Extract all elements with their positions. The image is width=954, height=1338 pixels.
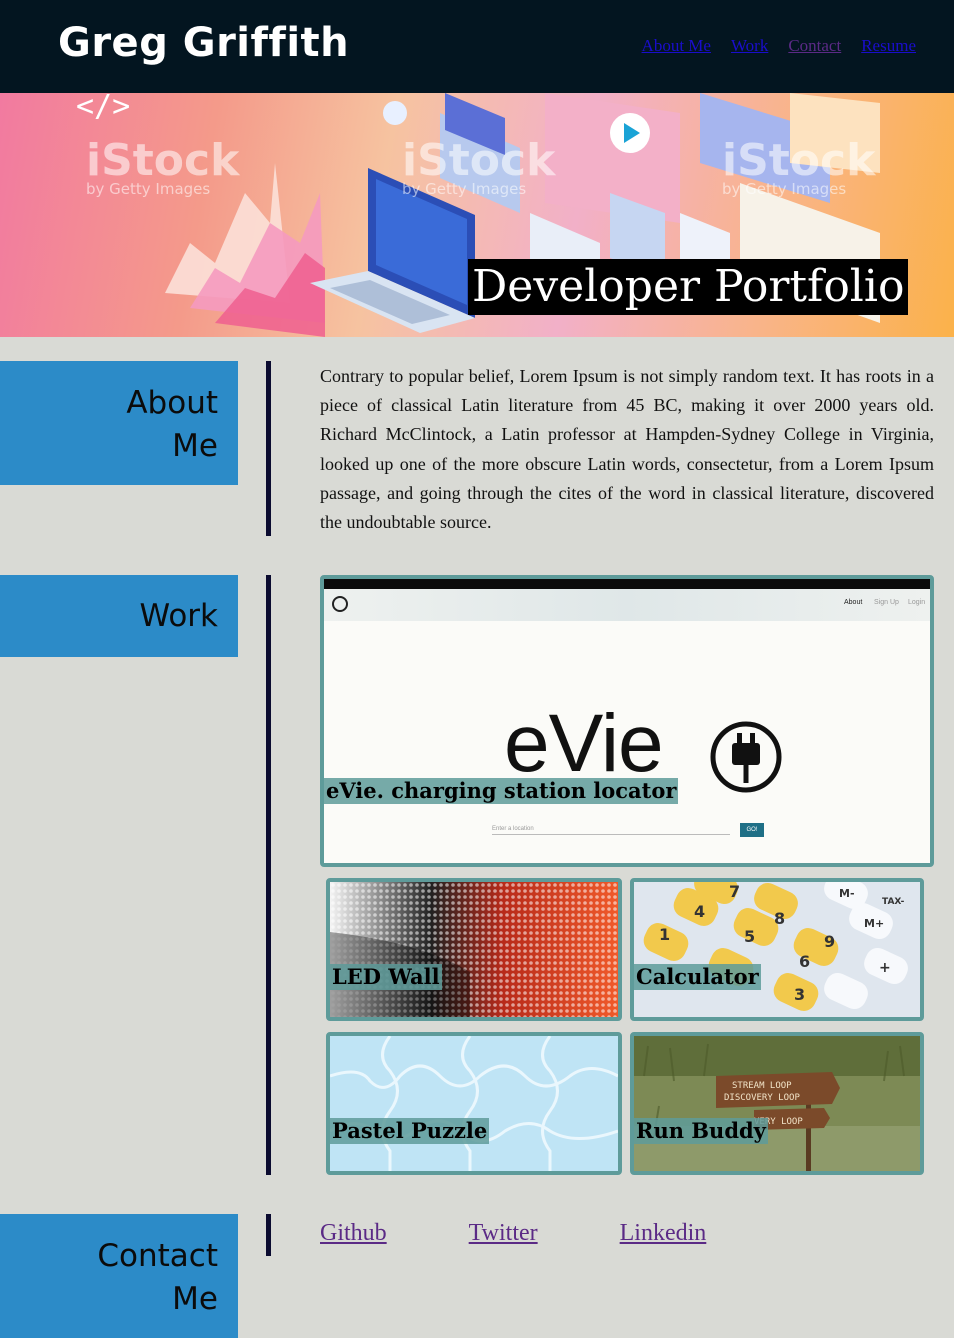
project-card-run-buddy[interactable]: STREAM LOOP DISCOVERY LOOP VERY LOOP Run… (630, 1032, 924, 1175)
project-card-pastel-puzzle[interactable]: Pastel Puzzle (326, 1032, 622, 1175)
about-paragraph: Contrary to popular belief, Lorem Ipsum … (320, 366, 934, 533)
tab-label: Work (139, 598, 219, 634)
svg-text:4: 4 (694, 902, 705, 921)
section-divider (266, 1214, 271, 1256)
tab-label: About (126, 385, 218, 421)
mock-nav-link: Login (908, 599, 926, 606)
svg-text:M+: M+ (864, 917, 884, 930)
tab-label: Contact (97, 1238, 218, 1274)
evie-logo-text: eVie (504, 698, 664, 789)
linkedin-link[interactable]: Linkedin (620, 1220, 707, 1247)
mock-nav-link: Sign Up (874, 599, 899, 606)
github-link[interactable]: Github (320, 1220, 387, 1247)
watermark: iStock by Getty Images (86, 135, 240, 198)
hero-banner: </> iStock by Getty Images iStock by Getty… (0, 93, 954, 337)
project-card-calculator[interactable]: 7 8 9 4 5 6 1 3 M- M+ TAX- + Calculator (630, 878, 924, 1021)
nav-contact[interactable]: Contact (788, 36, 841, 56)
contact-links: Github Twitter Linkedin (320, 1220, 788, 1247)
mock-location-input: Enter a location (492, 826, 730, 835)
nav-resume[interactable]: Resume (861, 36, 916, 56)
mock-go-button: GO! (740, 823, 764, 837)
tab-about-me: About Me (0, 361, 238, 485)
svg-text:DISCOVERY LOOP: DISCOVERY LOOP (724, 1093, 800, 1103)
svg-text:TAX-: TAX- (882, 897, 905, 907)
svg-text:STREAM LOOP: STREAM LOOP (732, 1081, 792, 1091)
project-card-evie[interactable]: About Sign Up Login eVie eVie. charging … (320, 575, 934, 867)
led-wall-image (330, 882, 618, 1017)
trail-sign-image: STREAM LOOP DISCOVERY LOOP VERY LOOP (634, 1036, 920, 1171)
section-divider (266, 361, 271, 536)
tab-contact-me: Contact Me (0, 1214, 238, 1338)
project-card-led-wall[interactable]: LED Wall (326, 878, 622, 1021)
svg-text:M-: M- (839, 887, 855, 900)
svg-text:9: 9 (824, 932, 835, 951)
project-label: eVie. charging station locator (324, 778, 679, 804)
section-divider (266, 575, 271, 1175)
mock-navbar: About Sign Up Login (324, 589, 930, 621)
svg-text:6: 6 (799, 952, 810, 971)
tab-work: Work (0, 575, 238, 657)
svg-text:8: 8 (774, 909, 785, 928)
mock-nav-link: About (844, 599, 863, 606)
hero-title: Developer Portfolio (468, 259, 909, 315)
calculator-image: 7 8 9 4 5 6 1 3 M- M+ TAX- + (634, 882, 920, 1017)
twitter-link[interactable]: Twitter (469, 1220, 538, 1247)
site-brand[interactable]: Greg Griffith (58, 20, 349, 66)
project-label: Calculator (634, 964, 761, 990)
project-label: LED Wall (330, 964, 442, 990)
svg-text:+: + (879, 960, 891, 976)
tab-label: Me (172, 428, 218, 464)
nav-work[interactable]: Work (731, 36, 768, 56)
main-nav: About Me Work Contact Resume (642, 36, 916, 56)
puzzle-image (330, 1036, 618, 1171)
nav-about-me[interactable]: About Me (642, 36, 711, 56)
mock-logo-icon (332, 596, 348, 612)
mock-topbar (324, 579, 930, 589)
plug-icon (710, 721, 782, 793)
tab-label: Me (172, 1281, 218, 1317)
svg-text:7: 7 (729, 882, 740, 901)
project-label: Run Buddy (634, 1118, 768, 1144)
svg-text:3: 3 (794, 985, 805, 1004)
project-label: Pastel Puzzle (330, 1118, 490, 1144)
svg-text:1: 1 (659, 925, 670, 944)
svg-text:5: 5 (744, 927, 755, 946)
watermark: iStock by Getty Images (402, 135, 556, 198)
code-brackets-icon: </> (76, 93, 131, 124)
site-header: Greg Griffith About Me Work Contact Resu… (0, 0, 954, 93)
watermark: iStock by Getty Images (722, 135, 876, 198)
